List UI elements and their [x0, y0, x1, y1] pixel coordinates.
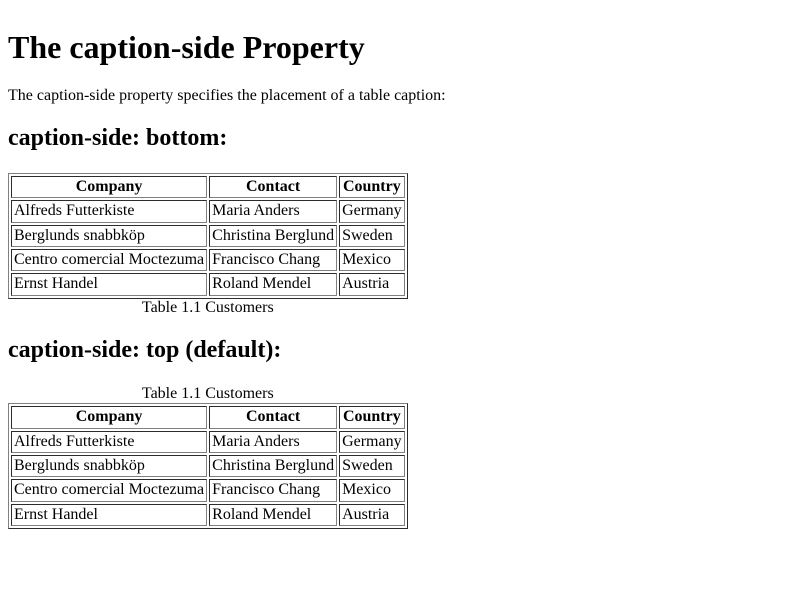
table-row: Ernst Handel Roland Mendel Austria [11, 273, 405, 296]
table-row: Centro comercial Moctezuma Francisco Cha… [11, 479, 405, 502]
customers-table-top: Table 1.1 Customers Company Contact Coun… [8, 384, 408, 530]
intro-paragraph: The caption-side property specifies the … [8, 86, 446, 104]
cell-country: Mexico [339, 479, 405, 502]
cell-company: Alfreds Futterkiste [11, 430, 208, 453]
cell-contact: Roland Mendel [209, 273, 338, 296]
table-row: Berglunds snabbköp Christina Berglund Sw… [11, 224, 405, 247]
column-header-contact: Contact [209, 406, 338, 429]
table-header-row: Company Contact Country [11, 406, 405, 429]
cell-contact: Maria Anders [209, 200, 338, 223]
section-heading-caption-top: caption-side: top (default): [8, 337, 282, 364]
cell-country: Germany [339, 200, 405, 223]
column-header-contact: Contact [209, 175, 338, 199]
table-row: Alfreds Futterkiste Maria Anders Germany [11, 430, 405, 453]
cell-contact: Christina Berglund [209, 454, 338, 478]
cell-country: Germany [339, 430, 405, 453]
cell-contact: Roland Mendel [209, 503, 338, 527]
cell-company: Centro comercial Moctezuma [11, 248, 208, 272]
cell-company: Berglunds snabbköp [11, 224, 208, 247]
cell-country: Austria [339, 273, 405, 296]
table-body: Alfreds Futterkiste Maria Anders Germany… [11, 430, 405, 527]
table-row: Alfreds Futterkiste Maria Anders Germany [11, 200, 405, 223]
cell-contact: Christina Berglund [209, 224, 338, 247]
cell-company: Ernst Handel [11, 273, 208, 296]
table-head: Company Contact Country [11, 175, 405, 199]
cell-company: Alfreds Futterkiste [11, 200, 208, 223]
table-body: Alfreds Futterkiste Maria Anders Germany… [11, 200, 405, 296]
page-root: The caption-side Property The caption-si… [0, 0, 800, 537]
cell-country: Mexico [339, 248, 405, 272]
cell-country: Sweden [339, 454, 405, 478]
cell-contact: Francisco Chang [209, 248, 338, 272]
column-header-company: Company [11, 406, 208, 429]
customers-table-bottom: Table 1.1 Customers Company Contact Coun… [8, 172, 408, 318]
column-header-country: Country [339, 175, 405, 199]
cell-country: Austria [339, 503, 405, 527]
column-header-country: Country [339, 406, 405, 429]
cell-country: Sweden [339, 224, 405, 247]
page-title: The caption-side Property [8, 29, 365, 65]
table-block-top: Table 1.1 Customers Company Contact Coun… [8, 384, 792, 530]
column-header-company: Company [11, 175, 208, 199]
table-row: Berglunds snabbköp Christina Berglund Sw… [11, 454, 405, 478]
cell-company: Ernst Handel [11, 503, 208, 527]
cell-company: Berglunds snabbköp [11, 454, 208, 478]
cell-contact: Maria Anders [209, 430, 338, 453]
table-caption-top: Table 1.1 Customers [141, 384, 274, 402]
table-row: Ernst Handel Roland Mendel Austria [11, 503, 405, 527]
cell-company: Centro comercial Moctezuma [11, 479, 208, 502]
table-caption-bottom: Table 1.1 Customers [141, 298, 274, 316]
table-header-row: Company Contact Country [11, 175, 405, 199]
cell-contact: Francisco Chang [209, 479, 338, 502]
table-row: Centro comercial Moctezuma Francisco Cha… [11, 248, 405, 272]
table-block-bottom: Table 1.1 Customers Company Contact Coun… [8, 172, 792, 318]
table-head: Company Contact Country [11, 406, 405, 429]
section-heading-caption-bottom: caption-side: bottom: [8, 125, 228, 152]
